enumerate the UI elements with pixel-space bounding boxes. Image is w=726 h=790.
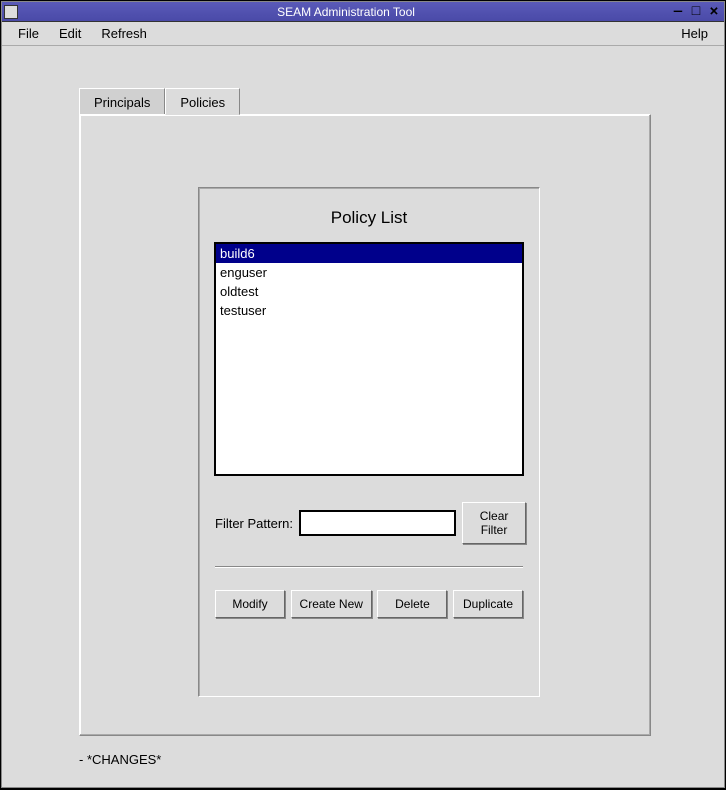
minimize-icon[interactable]: —	[670, 4, 686, 20]
filter-label: Filter Pattern:	[215, 516, 293, 531]
policy-panel: Policy List build6 enguser oldtest testu…	[198, 187, 540, 697]
close-icon[interactable]: ✕	[706, 4, 722, 20]
filter-row: Filter Pattern: Clear Filter	[213, 502, 525, 544]
tab-principals[interactable]: Principals	[79, 88, 165, 114]
titlebar: SEAM Administration Tool — □ ✕	[2, 2, 724, 22]
duplicate-button[interactable]: Duplicate	[453, 590, 523, 618]
tabs-row: Principals Policies	[79, 88, 651, 114]
content-area: Principals Policies Policy List build6 e…	[4, 48, 722, 785]
menu-edit[interactable]: Edit	[49, 23, 91, 44]
action-row: Modify Create New Delete Duplicate	[213, 590, 525, 618]
filter-input[interactable]	[299, 510, 456, 536]
delete-button[interactable]: Delete	[377, 590, 447, 618]
list-item[interactable]: enguser	[216, 263, 522, 282]
menubar: File Edit Refresh Help	[2, 22, 724, 46]
divider	[215, 566, 523, 568]
maximize-icon[interactable]: □	[688, 4, 704, 20]
list-item[interactable]: build6	[216, 244, 522, 263]
create-new-button[interactable]: Create New	[291, 590, 372, 618]
list-item[interactable]: testuser	[216, 301, 522, 320]
status-text: - *CHANGES*	[79, 752, 161, 767]
menu-help[interactable]: Help	[671, 23, 718, 44]
tab-body: Policy List build6 enguser oldtest testu…	[79, 114, 651, 736]
tab-panel: Principals Policies Policy List build6 e…	[79, 88, 651, 736]
menu-file[interactable]: File	[8, 23, 49, 44]
app-window: SEAM Administration Tool — □ ✕ File Edit…	[1, 1, 725, 788]
clear-filter-button[interactable]: Clear Filter	[462, 502, 526, 544]
panel-title: Policy List	[213, 208, 525, 228]
tab-policies[interactable]: Policies	[165, 88, 240, 115]
window-menu-icon[interactable]	[4, 5, 18, 19]
window-controls: — □ ✕	[670, 4, 722, 20]
menu-refresh[interactable]: Refresh	[91, 23, 157, 44]
list-item[interactable]: oldtest	[216, 282, 522, 301]
modify-button[interactable]: Modify	[215, 590, 285, 618]
policy-listbox[interactable]: build6 enguser oldtest testuser	[214, 242, 524, 476]
window-title: SEAM Administration Tool	[22, 5, 670, 19]
